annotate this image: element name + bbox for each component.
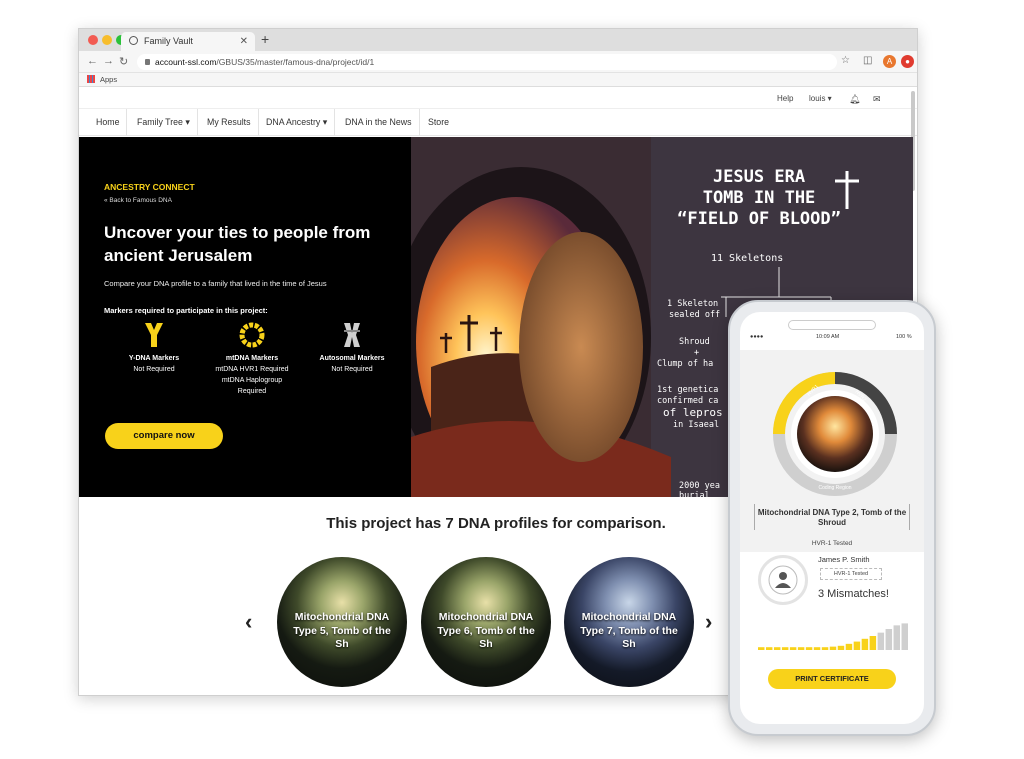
mismatch-bar [901, 623, 908, 650]
mismatch-bar [765, 647, 773, 650]
phone-time: 10:09 AM [816, 334, 840, 340]
star-icon[interactable]: ☆ [841, 55, 850, 66]
person-icon [768, 565, 798, 595]
user-tested-badge: HVR-1 Tested [820, 568, 882, 580]
nav-family-tree[interactable]: Family Tree ▾ [130, 109, 198, 136]
marker-y-dna: Y-DNA Markers Not Required [109, 321, 199, 375]
mismatch-bar [789, 647, 797, 650]
profile-card-type-5[interactable]: Mitochondrial DNA Type 5, Tomb of the Sh [277, 557, 407, 687]
mismatch-bar [813, 647, 821, 650]
bookmarks-bar: Apps [79, 73, 917, 87]
phone-screen: ●●●● 10:09 AM 100 % HVR1 HVR2 Coding Reg… [740, 312, 924, 724]
nav-dna-in-the-news[interactable]: DNA in the News [338, 109, 420, 136]
hero-text-panel: ANCESTRY CONNECT « Back to Famous DNA Un… [79, 137, 411, 497]
mismatch-bar [821, 647, 829, 650]
phone-mockup: ●●●● 10:09 AM 100 % HVR1 HVR2 Coding Reg… [728, 300, 936, 736]
mismatch-bar [893, 625, 901, 650]
profile-card-label: Mitochondrial DNA Type 7, Tomb of the Sh [580, 611, 678, 650]
mismatch-bar [797, 647, 805, 650]
mismatch-count: 3 Mismatches! [818, 588, 889, 600]
profile-card-type-7[interactable]: Mitochondrial DNA Type 7, Tomb of the Sh [564, 557, 694, 687]
utility-bar: Help louis ▾ 🔔︎ ✉ [79, 87, 917, 109]
camera-icon[interactable]: ◫ [863, 55, 872, 66]
mismatch-bar-chart [758, 623, 908, 650]
address-bar-row: ← → ↻ account-ssl.com/GBUS/35/master/fam… [79, 51, 917, 73]
stage: Family Vault ✕ + ← → ↻ account-ssl.com/G… [0, 0, 1024, 759]
back-to-famous-dna-link[interactable]: « Back to Famous DNA [104, 197, 172, 204]
compare-now-button[interactable]: compare now [105, 423, 223, 449]
new-tab-button[interactable]: + [261, 31, 269, 47]
mismatch-bar [845, 643, 853, 650]
marker-autosomal: Autosomal Markers Not Required [307, 321, 397, 375]
mismatch-bar [829, 646, 837, 650]
print-certificate-button[interactable]: PRINT CERTIFICATE [768, 669, 896, 689]
mismatch-bar [869, 636, 877, 650]
apps-bookmark[interactable]: Apps [100, 75, 117, 84]
nav-dna-ancestry[interactable]: DNA Ancestry ▾ [259, 109, 336, 136]
globe-icon [129, 36, 138, 45]
mismatch-bar [773, 647, 781, 650]
help-link[interactable]: Help [777, 94, 793, 103]
carousel-next-arrow[interactable]: › [705, 609, 712, 635]
close-window-button[interactable] [88, 35, 98, 45]
mismatch-bar [877, 632, 885, 650]
main-nav: Home Family Tree ▾ My Results DNA Ancest… [79, 109, 917, 136]
mail-icon[interactable]: ✉ [873, 94, 881, 105]
phone-profile-title: Mitochondrial DNA Type 2, Tomb of the Sh… [757, 508, 907, 527]
mismatch-bar [837, 645, 845, 650]
carousel-prev-arrow[interactable]: ‹ [245, 609, 252, 635]
phone-profile-tested: HVR-1 Tested [811, 540, 853, 547]
marker-ring-chart: HVR1 HVR2 Coding Region [773, 372, 897, 496]
minimize-window-button[interactable] [102, 35, 112, 45]
chromosome-icon [344, 323, 360, 347]
markers-heading: Markers required to participate in this … [104, 306, 268, 315]
url-host: account-ssl.com [155, 57, 217, 67]
profile-card-label: Mitochondrial DNA Type 5, Tomb of the Sh [293, 611, 391, 650]
lock-icon [145, 59, 150, 65]
hero-eyebrow: ANCESTRY CONNECT [104, 182, 195, 192]
profile-card-type-6[interactable]: Mitochondrial DNA Type 6, Tomb of the Sh [421, 557, 551, 687]
user-menu[interactable]: louis ▾ [809, 94, 832, 103]
mismatch-bar [885, 629, 893, 650]
profile-avatar[interactable]: A [883, 55, 896, 68]
tab-title: Family Vault [144, 36, 193, 46]
profile-header: HVR1 HVR2 Coding Region Mitochondrial DN… [740, 350, 924, 552]
nav-my-results[interactable]: My Results [200, 109, 259, 136]
mismatch-bar [861, 638, 869, 650]
mismatch-bar [853, 641, 861, 650]
forward-arrow-icon[interactable]: → [103, 55, 114, 67]
nav-store[interactable]: Store [421, 109, 456, 136]
profile-card-label: Mitochondrial DNA Type 6, Tomb of the Sh [437, 611, 535, 650]
ring-label-coding: Coding Region [818, 485, 851, 491]
signal-icon: ●●●● [750, 334, 764, 340]
mtdna-ring-icon [239, 322, 265, 348]
back-arrow-icon[interactable]: ← [87, 55, 98, 67]
mismatch-bar [758, 647, 765, 650]
apps-grid-icon [87, 75, 95, 83]
mismatch-bar [805, 647, 813, 650]
skeletons-note: 11 Skeletons [711, 253, 784, 264]
user-avatar [758, 555, 808, 605]
tab-bar: Family Vault ✕ + [79, 29, 917, 51]
y-dna-icon [145, 323, 163, 347]
hero-title: Uncover your ties to people from ancient… [104, 223, 371, 265]
url-field[interactable]: account-ssl.com/GBUS/35/master/famous-dn… [137, 54, 837, 70]
url-path: /GBUS/35/master/famous-dna/project/id/1 [216, 57, 375, 67]
infographic-title: JESUS ERA TOMB IN THE “FIELD OF BLOOD” [677, 167, 841, 229]
mismatch-bar [781, 647, 789, 650]
phone-notch [788, 320, 876, 330]
battery-level: 100 % [896, 334, 912, 340]
nav-home[interactable]: Home [89, 109, 128, 136]
reload-icon[interactable]: ↻ [119, 55, 128, 68]
bell-icon[interactable]: 🔔︎ [849, 94, 860, 105]
hero-subtitle: Compare your DNA profile to a family tha… [104, 279, 327, 288]
close-tab-icon[interactable]: ✕ [240, 32, 248, 51]
marker-mtdna: mtDNA Markers mtDNA HVR1 Required mtDNA … [207, 321, 297, 397]
user-name: James P. Smith [818, 555, 870, 564]
browser-tab[interactable]: Family Vault ✕ [121, 32, 255, 51]
extension-icon[interactable]: ● [901, 55, 914, 68]
